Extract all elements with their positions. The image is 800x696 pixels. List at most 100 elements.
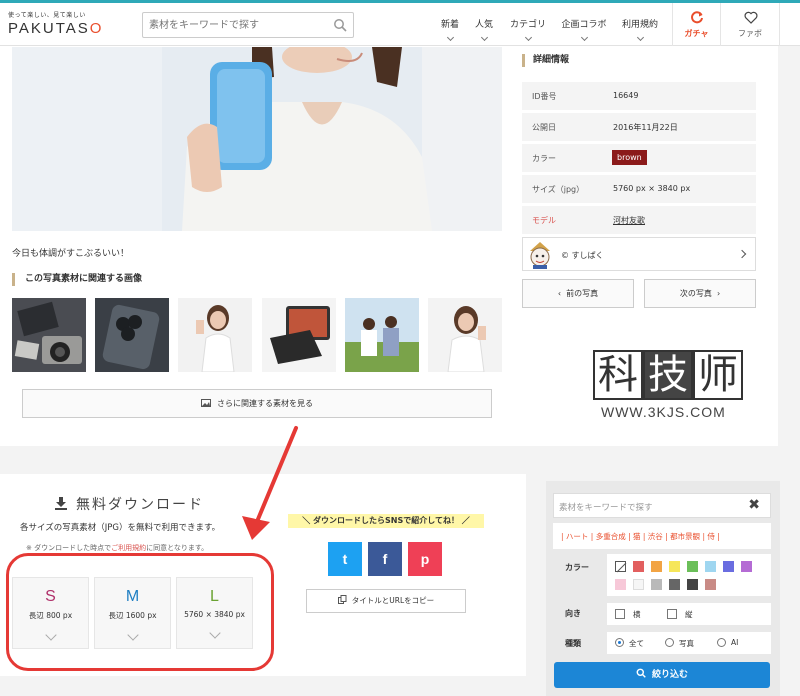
- related-thumb[interactable]: [12, 298, 86, 372]
- filter-tag-list[interactable]: | ハート | 多重合成 | 猫 | 渋谷 | 都市景観 | 侍 |: [553, 523, 771, 549]
- color-swatch[interactable]: [705, 561, 716, 572]
- type-all-radio[interactable]: [615, 638, 624, 647]
- nav-item-terms[interactable]: 利用規約: [620, 17, 660, 42]
- heart-icon: [744, 11, 758, 24]
- chevron-left-icon: ‹: [557, 289, 562, 298]
- twitter-icon: t: [342, 551, 348, 567]
- details-heading: 詳細情報: [522, 54, 569, 67]
- color-swatch[interactable]: [687, 561, 698, 572]
- pocket-save-button[interactable]: p: [408, 542, 442, 576]
- search-icon[interactable]: [333, 18, 347, 32]
- copy-icon: [337, 595, 347, 604]
- color-swatch-box: [607, 554, 771, 596]
- orientation-box: 横 縦: [607, 603, 771, 625]
- logo-tagline: 使って楽しい、見て楽しい: [8, 12, 86, 19]
- chevron-right-icon: [737, 249, 747, 259]
- more-related-button[interactable]: さらに関連する素材を見る: [22, 389, 492, 418]
- thumb-image: [345, 298, 419, 372]
- pocket-icon: p: [420, 551, 430, 567]
- prev-photo-button[interactable]: ‹ 前の写真: [522, 279, 634, 308]
- photographer-credit[interactable]: © すしぱく: [522, 237, 756, 271]
- color-swatch[interactable]: [723, 561, 734, 572]
- color-swatch[interactable]: [651, 579, 662, 590]
- close-icon[interactable]: ✖: [748, 497, 760, 513]
- color-swatch[interactable]: [615, 579, 626, 590]
- download-icon: [55, 497, 67, 510]
- color-swatch[interactable]: [669, 561, 680, 572]
- filter-type-label: 種類: [565, 639, 581, 648]
- gacha-button[interactable]: ガチャ: [672, 3, 720, 46]
- watermark: 科技师 WWW.3KJS.COM: [593, 350, 743, 420]
- filter-orientation-label: 向き: [565, 609, 581, 618]
- terms-link[interactable]: ご利用規約: [111, 544, 146, 552]
- model-link[interactable]: 河村友歌: [613, 215, 645, 226]
- download-note: ※ ダウンロードした時点でご利用規約に同意となります。: [26, 544, 209, 552]
- slash-icon: [616, 562, 627, 573]
- related-images-heading: この写真素材に関連する画像: [12, 273, 142, 286]
- thumb-image: [95, 298, 169, 372]
- related-thumb[interactable]: [178, 298, 252, 372]
- copy-title-url-button[interactable]: タイトルとURLをコピー: [306, 589, 466, 613]
- chevron-right-icon: ›: [716, 289, 721, 298]
- type-ai-radio[interactable]: [717, 638, 726, 647]
- filter-submit-button[interactable]: 絞り込む: [554, 662, 770, 688]
- nav-item-popular[interactable]: 人気: [474, 17, 494, 42]
- thumb-image: [262, 298, 336, 372]
- header-search-input[interactable]: [143, 13, 323, 37]
- color-swatch[interactable]: [741, 561, 752, 572]
- favorites-label: ファボ: [738, 29, 762, 38]
- main-photo: [12, 47, 502, 231]
- related-thumb[interactable]: [95, 298, 169, 372]
- next-photo-button[interactable]: 次の写真 ›: [644, 279, 756, 308]
- photo-illustration: [12, 47, 502, 231]
- color-swatch-none[interactable]: [615, 561, 627, 573]
- avatar: [530, 242, 550, 269]
- color-swatch[interactable]: [687, 579, 698, 590]
- nav-item-category[interactable]: カテゴリ: [508, 17, 548, 42]
- refresh-icon: [691, 11, 703, 24]
- detail-row-color: カラー brown: [522, 144, 756, 172]
- nav-item-new[interactable]: 新着: [440, 17, 460, 42]
- chevron-down-icon: [636, 33, 644, 42]
- highlight-ellipse: [6, 553, 274, 671]
- color-swatch[interactable]: [633, 579, 644, 590]
- filter-search-box[interactable]: 素材をキーワードで探す ✖: [553, 493, 771, 518]
- chevron-down-icon: [580, 33, 588, 42]
- search-icon: [636, 668, 646, 678]
- color-swatch[interactable]: [651, 561, 662, 572]
- facebook-share-button[interactable]: f: [368, 542, 402, 576]
- nav-item-collab[interactable]: 企画コラボ: [560, 17, 608, 42]
- chevron-down-icon: [524, 33, 532, 42]
- download-subtitle: 各サイズの写真素材（JPG）を無料で利用できます。: [20, 523, 221, 533]
- color-swatch[interactable]: [633, 561, 644, 572]
- color-swatch[interactable]: [669, 579, 680, 590]
- image-icon: [201, 399, 211, 407]
- orientation-landscape-checkbox[interactable]: [615, 609, 625, 619]
- thumb-image: [428, 298, 502, 372]
- orientation-portrait-checkbox[interactable]: [667, 609, 677, 619]
- download-title: 無料ダウンロード: [54, 494, 204, 514]
- detail-row-id: ID番号 16649: [522, 82, 756, 110]
- site-logo[interactable]: 使って楽しい、見て楽しい PAKUTASO: [8, 8, 128, 42]
- color-swatch[interactable]: [705, 579, 716, 590]
- chevron-down-icon: [480, 33, 488, 42]
- facebook-icon: f: [382, 551, 388, 567]
- credit-text: © すしぱく: [561, 251, 604, 260]
- detail-row-date: 公開日 2016年11月22日: [522, 113, 756, 141]
- type-photo-radio[interactable]: [665, 638, 674, 647]
- gacha-label: ガチャ: [684, 29, 709, 38]
- detail-row-model: モデル 河村友歌: [522, 206, 756, 234]
- color-badge[interactable]: brown: [612, 150, 647, 165]
- related-thumb[interactable]: [345, 298, 419, 372]
- type-box: 全て 写真 AI: [607, 632, 771, 654]
- twitter-share-button[interactable]: t: [328, 542, 362, 576]
- favorites-button[interactable]: ファボ: [720, 3, 780, 46]
- logo-text: PAKUTASO: [8, 20, 104, 37]
- related-thumb[interactable]: [262, 298, 336, 372]
- thumb-image: [12, 298, 86, 372]
- header-search-box: [142, 12, 354, 38]
- filter-color-label: カラー: [565, 563, 589, 572]
- photo-caption: 今日も体調がすこぶるいい！: [12, 249, 130, 259]
- related-thumb[interactable]: [428, 298, 502, 372]
- detail-row-size: サイズ（jpg） 5760 px × 3840 px: [522, 175, 756, 203]
